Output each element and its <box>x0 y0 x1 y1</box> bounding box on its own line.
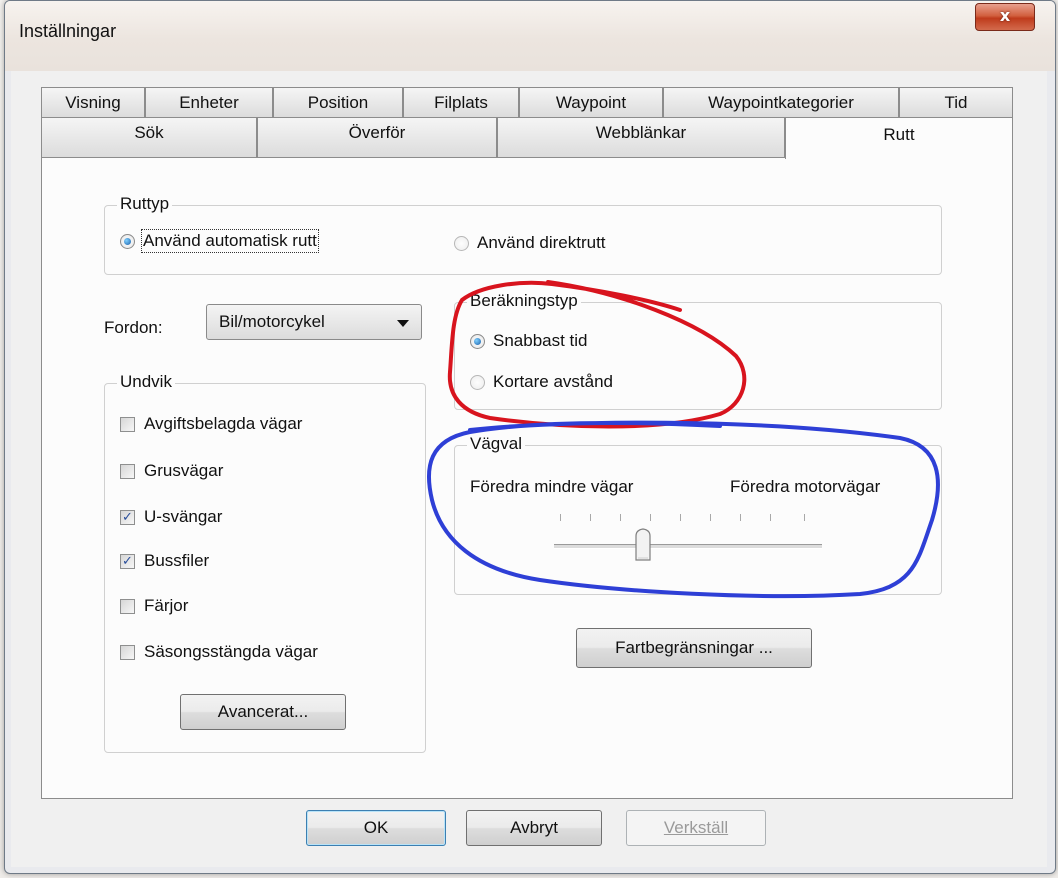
checkbox-box <box>120 644 135 660</box>
chevron-down-icon <box>397 320 409 327</box>
fordon-select-value: Bil/motorcykel <box>219 312 325 331</box>
ruttyp-title: Ruttyp <box>117 194 173 214</box>
rutt-content: Ruttyp Använd automatisk rutt Använd dir… <box>0 0 1058 878</box>
apply-button-label: Verkställ <box>663 818 729 837</box>
vagval-right-label: Föredra motorvägar <box>730 477 881 496</box>
speed-limits-button[interactable]: Fartbegränsningar ... <box>576 628 812 668</box>
berakningstyp-group: Beräkningstyp <box>454 291 942 410</box>
checkbox-label: Bussfiler <box>144 551 210 570</box>
radio-direct-route[interactable]: Använd direktrutt <box>454 233 606 253</box>
ok-button[interactable]: OK <box>306 810 446 846</box>
checkbox-bussfiler[interactable]: ✓ Bussfiler <box>120 551 209 571</box>
radio-selected-icon <box>120 233 135 249</box>
advanced-button[interactable]: Avancerat... <box>180 694 346 730</box>
radio-direct-route-label: Använd direktrutt <box>477 233 606 252</box>
radio-auto-route[interactable]: Använd automatisk rutt <box>120 229 319 253</box>
radio-fastest-time[interactable]: Snabbast tid <box>470 331 588 351</box>
checkbox-label: Säsongsstängda vägar <box>144 642 318 661</box>
undvik-title: Undvik <box>117 372 175 392</box>
checkbox-label: Grusvägar <box>144 461 224 480</box>
slider-ticks <box>560 514 820 522</box>
checkbox-label: U-svängar <box>144 507 223 526</box>
fordon-label: Fordon: <box>104 318 163 337</box>
checkbox-avgiftsbelagda[interactable]: Avgiftsbelagda vägar <box>120 414 302 434</box>
radio-shorter-distance-label: Kortare avstånd <box>493 372 614 391</box>
radio-selected-icon <box>470 333 485 349</box>
checkbox-box <box>120 416 135 432</box>
checkbox-grusvagar[interactable]: Grusvägar <box>120 461 223 481</box>
berakningstyp-title: Beräkningstyp <box>467 291 581 311</box>
checkmark-icon: ✓ <box>120 553 135 569</box>
radio-fastest-time-label: Snabbast tid <box>493 331 588 350</box>
checkbox-sasongsstangda[interactable]: Säsongsstängda vägar <box>120 642 318 662</box>
vagval-slider-track[interactable] <box>554 544 822 549</box>
checkbox-u-svangar[interactable]: ✓ U-svängar <box>120 507 222 527</box>
vagval-slider-thumb[interactable] <box>634 528 652 567</box>
checkbox-label: Avgiftsbelagda vägar <box>144 414 303 433</box>
radio-shorter-distance[interactable]: Kortare avstånd <box>470 372 613 392</box>
cancel-button[interactable]: Avbryt <box>466 810 602 846</box>
radio-auto-route-label: Använd automatisk rutt <box>141 229 319 253</box>
slider-thumb-icon <box>635 528 651 561</box>
checkbox-farjor[interactable]: Färjor <box>120 596 188 616</box>
checkbox-box <box>120 598 135 614</box>
vagval-title: Vägval <box>467 434 525 454</box>
radio-unselected-icon <box>470 374 485 390</box>
checkmark-icon: ✓ <box>120 509 135 525</box>
fordon-select[interactable]: Bil/motorcykel <box>206 304 422 340</box>
radio-unselected-icon <box>454 235 469 251</box>
checkbox-box <box>120 463 135 479</box>
apply-button[interactable]: Verkställ <box>626 810 766 846</box>
checkbox-label: Färjor <box>144 596 189 615</box>
vagval-left-label: Föredra mindre vägar <box>470 477 634 496</box>
